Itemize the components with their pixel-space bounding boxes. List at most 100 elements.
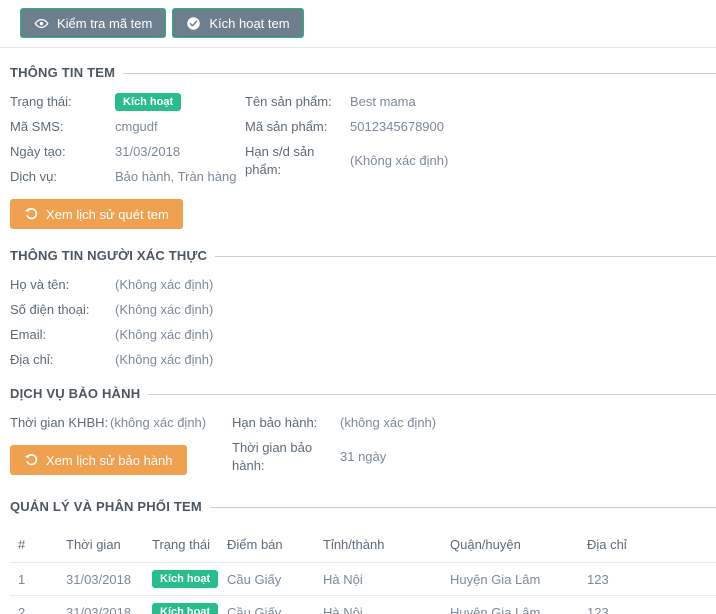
distribution-section-header: QUẢN LÝ VÀ PHÂN PHỐI TEM [10, 499, 716, 514]
field-label: Tên sản phẩm: [245, 93, 350, 111]
field-value: (Không xác định) [115, 276, 213, 294]
section-divider [210, 507, 716, 508]
field-value: (không xác định) [110, 414, 206, 432]
field-value: (Không xác định) [115, 301, 213, 319]
field-label: Địa chỉ: [10, 351, 115, 369]
field-fullname: Họ và tên: (Không xác định) [10, 276, 716, 294]
stamp-info-fields: Trạng thái: Kích hoạt Mã SMS: cmgudf Ngà… [10, 93, 716, 193]
section-divider [215, 256, 716, 257]
verifier-info-fields: Họ và tên: (Không xác định) Số điện thoạ… [10, 276, 716, 369]
field-warranty-period: Thời gian KHBH: (không xác định) [10, 414, 232, 432]
column-header-index: # [10, 528, 58, 563]
top-toolbar: Kiểm tra mã tem Kích hoạt tem [0, 0, 716, 48]
cell-province: Hà Nội [315, 596, 442, 614]
warranty-right-column: Hạn bảo hành: (không xác định) Thời gian… [232, 414, 716, 482]
cell-time: 31/03/2018 [58, 596, 144, 614]
field-label: Mã sản phẩm: [245, 118, 350, 136]
field-label: Số điện thoại: [10, 301, 115, 319]
cell-status: Kích hoạt [144, 563, 219, 596]
field-label: Dịch vụ: [10, 168, 115, 186]
field-sms-code: Mã SMS: cmgudf [10, 118, 245, 136]
warranty-history-button[interactable]: Xem lịch sử bảo hành [10, 445, 187, 475]
verifier-info-section-header: THÔNG TIN NGƯỜI XÁC THỰC [10, 248, 716, 263]
column-header-district: Quận/huyện [442, 528, 579, 563]
column-header-province: Tỉnh/thành [315, 528, 442, 563]
column-header-status: Trạng thái [144, 528, 219, 563]
cell-address: 123 [579, 596, 716, 614]
stamp-info-right-column: Tên sản phẩm: Best mama Mã sản phẩm: 501… [245, 93, 716, 193]
field-warranty-duration: Thời gian bảo hành: 31 ngày [232, 439, 716, 475]
warranty-section-header: DỊCH VỤ BẢO HÀNH [10, 386, 716, 401]
cell-index: 1 [10, 563, 58, 596]
column-header-address: Địa chỉ [579, 528, 716, 563]
verifier-info-title: THÔNG TIN NGƯỜI XÁC THỰC [10, 248, 207, 263]
section-divider [123, 73, 716, 74]
field-value: (Không xác định) [115, 351, 213, 369]
field-value: 31/03/2018 [115, 143, 180, 161]
warranty-title: DỊCH VỤ BẢO HÀNH [10, 386, 140, 401]
column-header-store: Điểm bán [219, 528, 315, 563]
field-phone: Số điện thoại: (Không xác định) [10, 301, 716, 319]
field-product-code: Mã sản phẩm: 5012345678900 [245, 118, 716, 136]
cell-store: Cầu Giấy [219, 563, 315, 596]
stamp-info-left-column: Trạng thái: Kích hoạt Mã SMS: cmgudf Ngà… [10, 93, 245, 193]
status-badge: Kích hoạt [115, 93, 181, 111]
main-content: THÔNG TIN TEM Trạng thái: Kích hoạt Mã S… [0, 65, 716, 614]
stamp-info-section-header: THÔNG TIN TEM [10, 65, 716, 80]
section-divider [148, 394, 716, 395]
field-product-expiry: Hạn s/d sản phẩm: (Không xác định) [245, 143, 716, 179]
field-value: 31 ngày [340, 448, 386, 466]
field-label: Ngày tạo: [10, 143, 115, 161]
cell-index: 2 [10, 596, 58, 614]
eye-icon [34, 16, 49, 31]
field-value: Bảo hành, Tràn hàng [115, 168, 236, 186]
table-row: 2 31/03/2018 Kích hoạt Cầu Giấy Hà Nội H… [10, 596, 716, 614]
cell-address: 123 [579, 563, 716, 596]
table-row: 1 31/03/2018 Kích hoạt Cầu Giấy Hà Nội H… [10, 563, 716, 596]
field-label: Họ và tên: [10, 276, 115, 294]
field-label: Mã SMS: [10, 118, 115, 136]
warranty-left-column: Thời gian KHBH: (không xác định) Xem lịc… [10, 414, 232, 482]
warranty-fields: Thời gian KHBH: (không xác định) Xem lịc… [10, 414, 716, 482]
field-warranty-deadline: Hạn bảo hành: (không xác định) [232, 414, 716, 432]
field-value: Best mama [350, 93, 416, 111]
table-header-row: # Thời gian Trạng thái Điểm bán Tỉnh/thà… [10, 528, 716, 563]
field-value: (Không xác định) [350, 152, 448, 170]
field-label: Hạn s/d sản phẩm: [245, 143, 350, 179]
history-icon [24, 453, 38, 467]
field-label: Hạn bảo hành: [232, 414, 340, 432]
scan-history-button[interactable]: Xem lịch sử quét tem [10, 199, 183, 229]
cell-status: Kích hoạt [144, 596, 219, 614]
field-product-name: Tên sản phẩm: Best mama [245, 93, 716, 111]
status-badge: Kích hoạt [152, 570, 218, 588]
check-stamp-code-label: Kiểm tra mã tem [57, 16, 152, 31]
field-label: Trạng thái: [10, 93, 115, 111]
field-label: Email: [10, 326, 115, 344]
field-value: (Không xác định) [115, 326, 213, 344]
field-value: (không xác định) [340, 414, 436, 432]
warranty-history-label: Xem lịch sử bảo hành [46, 453, 173, 468]
cell-time: 31/03/2018 [58, 563, 144, 596]
scan-history-label: Xem lịch sử quét tem [46, 207, 169, 222]
distribution-table: # Thời gian Trạng thái Điểm bán Tỉnh/thà… [10, 528, 716, 614]
distribution-title: QUẢN LÝ VÀ PHÂN PHỐI TEM [10, 499, 202, 514]
field-created-date: Ngày tạo: 31/03/2018 [10, 143, 245, 161]
check-circle-icon [186, 16, 201, 31]
cell-district: Huyện Gia Lâm [442, 596, 579, 614]
field-email: Email: (Không xác định) [10, 326, 716, 344]
field-label: Thời gian KHBH: [10, 414, 110, 432]
field-value: cmgudf [115, 118, 158, 136]
cell-province: Hà Nội [315, 563, 442, 596]
field-status: Trạng thái: Kích hoạt [10, 93, 245, 111]
history-icon [24, 207, 38, 221]
activate-stamp-button[interactable]: Kích hoạt tem [172, 8, 303, 38]
field-address: Địa chỉ: (Không xác định) [10, 351, 716, 369]
status-badge: Kích hoạt [152, 603, 218, 614]
field-services: Dịch vụ: Bảo hành, Tràn hàng [10, 168, 245, 186]
cell-store: Cầu Giấy [219, 596, 315, 614]
field-value: 5012345678900 [350, 118, 444, 136]
stamp-info-title: THÔNG TIN TEM [10, 65, 115, 80]
field-label: Thời gian bảo hành: [232, 439, 340, 475]
check-stamp-code-button[interactable]: Kiểm tra mã tem [20, 8, 166, 38]
column-header-time: Thời gian [58, 528, 144, 563]
